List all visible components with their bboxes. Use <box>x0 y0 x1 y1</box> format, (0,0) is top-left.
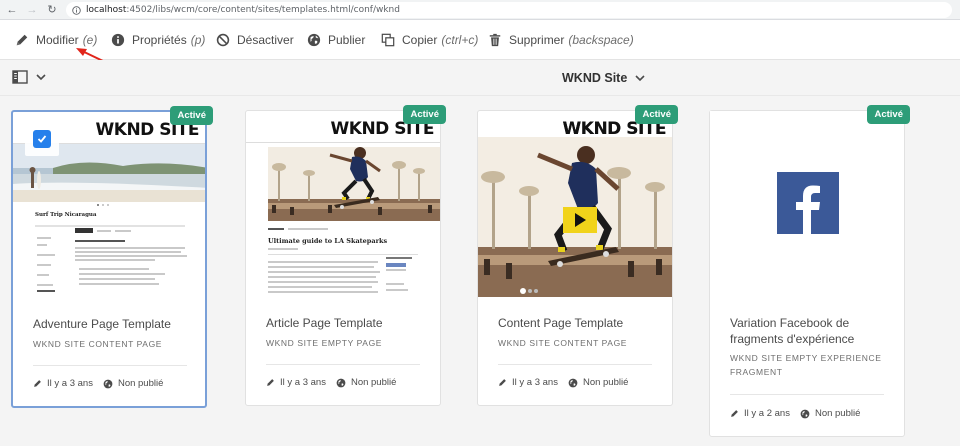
globe-icon <box>336 378 346 388</box>
thumbnail-heading: Ultimate guide to LA Skateparks <box>268 237 388 245</box>
card-meta: Il y a 2 ans Non publié <box>730 408 860 419</box>
card-subtitle: WKND SITE CONTENT PAGE <box>498 338 628 348</box>
disable-label: Désactiver <box>237 33 294 47</box>
side-panel-icon <box>12 70 28 84</box>
globe-icon <box>306 32 322 48</box>
template-thumbnail: WKND SITE WKND SITE <box>478 111 672 297</box>
rail-toggle-button[interactable] <box>12 70 46 84</box>
card-meta: Il y a 3 ans Non publié <box>266 377 396 388</box>
template-card-content[interactable]: Activé WKND SITE WKND SITE Content Page … <box>477 105 678 406</box>
template-card-article[interactable]: Activé WKND SITE Ultimate guide to LA Sk… <box>245 105 446 406</box>
back-icon[interactable]: ← <box>4 2 20 18</box>
ban-icon <box>215 32 231 48</box>
video-thumbnail <box>478 137 672 297</box>
template-card-facebook-variation[interactable]: Activé Variation Facebook de fragments d… <box>709 105 910 437</box>
template-thumbnail <box>710 111 904 297</box>
info-circle-icon[interactable] <box>72 5 81 15</box>
pencil-icon <box>266 378 275 387</box>
url-path: :4502/libs/wcm/core/content/sites/templa… <box>126 5 400 15</box>
card-meta: Il y a 3 ans Non publié <box>33 378 163 389</box>
publish-status: Non publié <box>117 378 164 389</box>
card-subtitle: WKND SITE EMPTY PAGE <box>266 338 383 348</box>
card-subtitle: WKND SITE EMPTY EXPERIENCE FRAGMENT <box>730 353 882 377</box>
modify-hint: (e) <box>82 33 98 47</box>
page-title: WKND Site <box>562 71 628 85</box>
skateboarder-image <box>268 147 440 221</box>
copy-icon <box>380 32 396 48</box>
reload-icon[interactable]: ↻ <box>44 2 60 18</box>
pencil-icon <box>14 32 30 48</box>
status-badge: Activé <box>635 105 678 124</box>
publish-status: Non publié <box>582 377 629 388</box>
forward-icon[interactable]: → <box>24 2 40 18</box>
template-thumbnail: WKND SITE Surf Trip Nicaragua <box>13 112 205 298</box>
disable-button[interactable]: Désactiver <box>215 20 294 60</box>
status-badge: Activé <box>170 106 213 125</box>
pencil-icon <box>498 378 507 387</box>
modified-date: Il y a 3 ans <box>280 377 326 388</box>
globe-icon <box>800 409 810 419</box>
select-checkbox[interactable] <box>33 130 51 148</box>
thumbnail-heading: Surf Trip Nicaragua <box>35 212 97 218</box>
copy-label: Copier <box>402 33 438 47</box>
sub-header: WKND Site <box>0 60 960 96</box>
properties-label: Propriétés <box>132 33 187 47</box>
properties-hint: (p) <box>190 33 206 47</box>
card-title: Article Page Template <box>266 316 383 330</box>
copy-button[interactable]: Copier (ctrl+c) <box>380 20 478 60</box>
card-meta: Il y a 3 ans Non publié <box>498 377 628 388</box>
checkmark-icon <box>37 135 47 143</box>
modified-date: Il y a 2 ans <box>744 408 790 419</box>
url-host: localhost <box>86 5 127 15</box>
globe-icon <box>568 378 578 388</box>
card-subtitle: WKND SITE CONTENT PAGE <box>33 339 163 349</box>
site-selector[interactable]: WKND Site <box>562 60 645 96</box>
template-card-adventure[interactable]: Activé WKND SITE Surf Trip Nicaragua Adv… <box>11 106 213 408</box>
card-title: Variation Facebook de fragments d'expéri… <box>730 316 855 346</box>
modify-label: Modifier <box>36 33 79 47</box>
pencil-icon <box>730 409 739 418</box>
globe-icon <box>103 379 113 389</box>
delete-button[interactable]: Supprimer (backspace) <box>487 20 634 60</box>
publish-status: Non publié <box>814 408 861 419</box>
copy-hint: (ctrl+c) <box>441 33 479 47</box>
modified-date: Il y a 3 ans <box>47 378 93 389</box>
publish-button[interactable]: Publier <box>306 20 365 60</box>
template-thumbnail: WKND SITE Ultimate guide to LA Skatepark… <box>246 111 440 297</box>
delete-label: Supprimer <box>509 33 565 47</box>
publish-status: Non publié <box>350 377 397 388</box>
url-bar[interactable]: localhost:4502/libs/wcm/core/content/sit… <box>66 2 952 18</box>
action-bar: Modifier (e) Propriétés (p) Désactiver P… <box>0 20 960 60</box>
chevron-down-icon <box>36 74 46 81</box>
modified-date: Il y a 3 ans <box>512 377 558 388</box>
publish-label: Publier <box>328 33 366 47</box>
trash-icon <box>487 32 503 48</box>
card-title: Content Page Template <box>498 316 624 330</box>
card-title: Adventure Page Template <box>33 317 171 331</box>
facebook-icon <box>777 172 839 234</box>
browser-bar: ← → ↻ localhost:4502/libs/wcm/core/conte… <box>0 0 960 20</box>
chevron-down-icon <box>635 75 645 82</box>
status-badge: Activé <box>403 105 446 124</box>
pencil-icon <box>33 379 42 388</box>
delete-hint: (backspace) <box>568 33 634 47</box>
status-badge: Activé <box>867 105 910 124</box>
